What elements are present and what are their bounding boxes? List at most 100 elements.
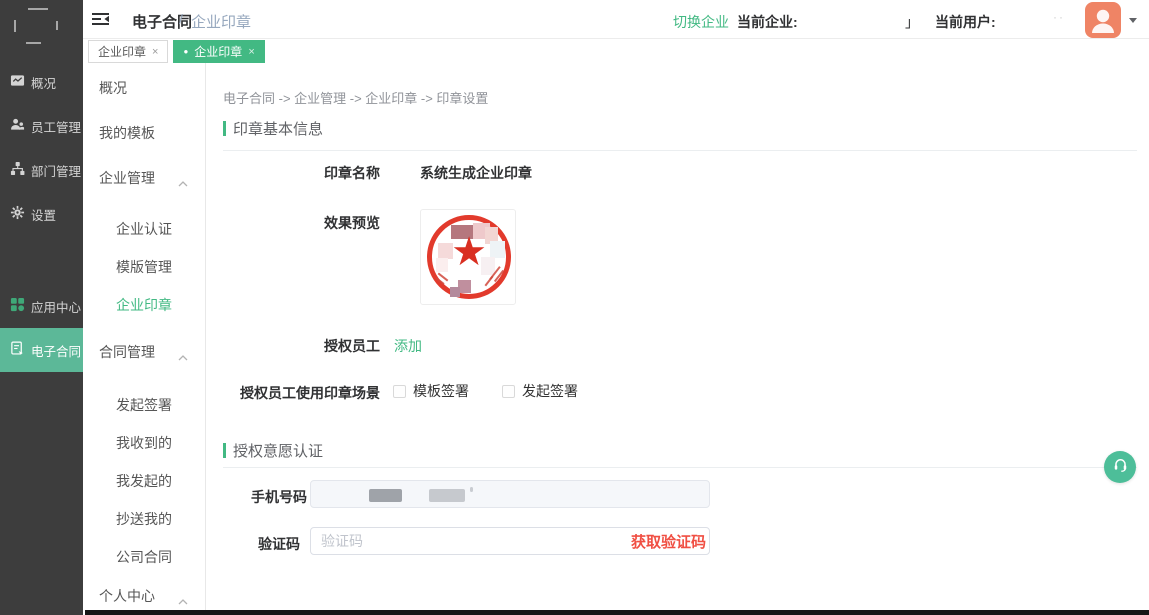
menu-label: 我的模板 [99, 123, 155, 143]
menu-item-my-templates[interactable]: 我的模板 [83, 113, 205, 153]
section-title: 授权意愿认证 [233, 440, 323, 461]
sidebar-item-label: 应用中心 [31, 297, 81, 316]
sidebar-item-label: 电子合同 [31, 341, 81, 360]
breadcrumb-separator: / [179, 11, 183, 27]
add-staff-link[interactable]: 添加 [394, 336, 422, 356]
star-icon: ★ [421, 232, 516, 272]
menu-label: 企业管理 [99, 168, 155, 188]
authorized-staff-label: 授权员工 [206, 336, 380, 356]
section-title: 印章基本信息 [233, 118, 323, 139]
user-avatar[interactable] [1085, 2, 1121, 38]
overview-icon [10, 73, 25, 91]
app-window: 概况 员工管理 部门管理 设置 应用中心 [0, 0, 1149, 615]
section-bar [223, 443, 226, 458]
phone-label: 手机号码 [251, 487, 307, 507]
menu-item-template-mgmt[interactable]: 模版管理 [83, 248, 205, 286]
menu-label: 模版管理 [116, 257, 172, 277]
tab-label: 企业印章 [194, 43, 242, 60]
top-header: 电子合同 / 企业印章 切换企业 当前企业: 」 当前用户: ·· [83, 0, 1149, 39]
menu-item-received[interactable]: 我收到的 [83, 424, 205, 462]
collapse-menu-icon[interactable] [92, 12, 109, 31]
sidebar-item-econtract[interactable]: 电子合同 [0, 328, 83, 372]
tab-bar: 企业印章 × ● 企业印章 × [83, 40, 265, 63]
scene-options: 模板签署 发起签署 [393, 381, 578, 401]
current-company-label: 当前企业: [737, 12, 798, 32]
get-code-button[interactable]: 获取验证码 [622, 531, 706, 552]
menu-label: 企业认证 [116, 219, 172, 239]
tab-label: 企业印章 [98, 43, 146, 60]
tab-enterprise-seal[interactable]: 企业印章 × [88, 40, 168, 63]
menu-label: 个人中心 [99, 586, 155, 606]
current-user-label: 当前用户: [935, 12, 996, 32]
settings-icon [10, 205, 25, 223]
menu-label: 发起签署 [116, 395, 172, 415]
checkbox-initiate-sign[interactable] [502, 385, 515, 398]
menu-item-company-contracts[interactable]: 公司合同 [83, 538, 205, 576]
sidebar-item-employees[interactable]: 员工管理 [0, 104, 83, 148]
menu-item-enterprise-cert[interactable]: 企业认证 [83, 210, 205, 248]
primary-sidebar: 概况 员工管理 部门管理 设置 应用中心 [0, 0, 83, 615]
sidebar-item-departments[interactable]: 部门管理 [0, 148, 83, 192]
page-path-trail: 电子合同 -> 企业管理 -> 企业印章 -> 印章设置 [223, 88, 488, 107]
menu-label: 概况 [99, 78, 127, 98]
menu-label: 我收到的 [116, 433, 172, 453]
menu-item-initiate-sign[interactable]: 发起签署 [83, 386, 205, 424]
code-label: 验证码 [258, 534, 300, 554]
menu-label: 合同管理 [99, 342, 155, 362]
breadcrumb-app: 电子合同 [132, 11, 192, 32]
secondary-sidebar: 概况 我的模板 企业管理 企业认证 模版管理 企业印章 合同管理 发起签署 我收… [83, 63, 206, 615]
checkbox-label[interactable]: 发起签署 [522, 381, 578, 401]
menu-group-contract-mgmt[interactable]: 合同管理 [83, 332, 205, 372]
phone-input[interactable] [310, 480, 710, 508]
menu-item-cc-me[interactable]: 抄送我的 [83, 500, 205, 538]
scene-label: 授权员工使用印章场景 [206, 383, 380, 403]
sidebar-spacer [0, 236, 83, 284]
seal-name-value: 系统生成企业印章 [420, 163, 532, 183]
employees-icon [10, 117, 25, 135]
seal-name-label: 印章名称 [206, 163, 380, 183]
menu-item-enterprise-seal[interactable]: 企业印章 [83, 286, 205, 324]
breadcrumb-current: 企业印章 [191, 11, 251, 32]
sidebar-item-overview[interactable]: 概况 [0, 60, 83, 104]
departments-icon [10, 161, 25, 179]
chevron-up-icon [178, 174, 188, 190]
logo [0, 0, 83, 60]
close-icon[interactable]: × [248, 46, 254, 58]
seal-preview-image: ★ [420, 209, 516, 305]
active-dot-icon: ● [183, 48, 188, 56]
sidebar-item-label: 设置 [31, 205, 56, 224]
divider [223, 150, 1137, 151]
section-bar [223, 121, 226, 136]
chevron-up-icon [178, 348, 188, 364]
menu-label: 公司合同 [116, 547, 172, 567]
section-auth-will: 授权意愿认证 [223, 440, 323, 461]
checkbox-template-sign[interactable] [393, 385, 406, 398]
menu-label: 我发起的 [116, 471, 172, 491]
menu-item-initiated[interactable]: 我发起的 [83, 462, 205, 500]
sidebar-item-app-center[interactable]: 应用中心 [0, 284, 83, 328]
dropdown-caret-icon[interactable] [1129, 18, 1137, 23]
customer-service-button[interactable] [1104, 451, 1136, 483]
apps-icon [10, 297, 25, 315]
contract-icon [10, 341, 25, 359]
preview-label: 效果预览 [206, 213, 380, 233]
company-name-fragment: 」 [905, 12, 919, 32]
section-basic-info: 印章基本信息 [223, 118, 323, 139]
menu-item-overview[interactable]: 概况 [83, 68, 205, 108]
menu-label: 抄送我的 [116, 509, 172, 529]
sidebar-item-label: 员工管理 [31, 117, 81, 136]
redacted-user-text: ·· [1053, 10, 1065, 24]
menu-group-enterprise-mgmt[interactable]: 企业管理 [83, 158, 205, 198]
tab-enterprise-seal-active[interactable]: ● 企业印章 × [173, 40, 264, 63]
main-content: 电子合同 -> 企业管理 -> 企业印章 -> 印章设置 印章基本信息 印章名称… [206, 63, 1149, 615]
bottom-edge-strip [85, 610, 1149, 615]
switch-company-link[interactable]: 切换企业 [673, 12, 729, 32]
menu-label: 企业印章 [116, 295, 172, 315]
sidebar-item-label: 部门管理 [31, 161, 81, 180]
checkbox-label[interactable]: 模板签署 [413, 381, 469, 401]
chevron-up-icon [178, 592, 188, 608]
sidebar-item-label: 概况 [31, 73, 56, 92]
sidebar-item-settings[interactable]: 设置 [0, 192, 83, 236]
close-icon[interactable]: × [152, 46, 158, 58]
divider [223, 467, 1137, 468]
